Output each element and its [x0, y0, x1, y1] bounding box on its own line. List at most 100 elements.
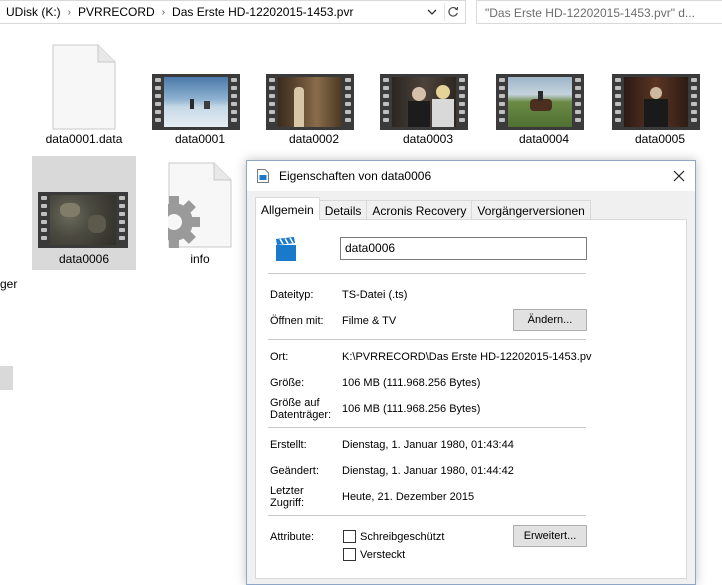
refresh-icon[interactable]: [444, 3, 462, 21]
file-tile-selected[interactable]: data0006: [32, 156, 136, 270]
nav-pane-selection[interactable]: [0, 366, 13, 390]
film-perforation: [155, 78, 161, 82]
file-tile[interactable]: data0004: [492, 40, 596, 152]
film-perforation: [691, 118, 697, 122]
aendern-button[interactable]: Ändern...: [513, 309, 587, 331]
chevron-down-icon[interactable]: [425, 5, 439, 19]
dateityp-label: Dateityp:: [270, 289, 314, 301]
schreibgeschuetzt-label[interactable]: Schreibgeschützt: [360, 531, 444, 543]
groesse-label: Größe:: [270, 377, 305, 389]
film-perforation: [575, 102, 581, 106]
ort-label: Ort:: [270, 351, 289, 363]
video-file-icon: [276, 237, 296, 261]
breadcrumb-drive[interactable]: UDisk (K:): [6, 5, 61, 19]
film-perforation: [615, 78, 621, 82]
film-perforation: [383, 86, 389, 90]
film-perforation: [269, 118, 275, 122]
breadcrumb-separator-icon[interactable]: ›: [68, 7, 71, 18]
address-bar[interactable]: UDisk (K:) › PVRRECORD › Das Erste HD-12…: [0, 0, 466, 24]
file-name: info: [190, 252, 210, 266]
breadcrumb-current-folder[interactable]: Das Erste HD-12202015-1453.pvr: [172, 5, 353, 19]
film-perforation: [459, 86, 465, 90]
nav-pane-item-label[interactable]: ger: [0, 277, 17, 291]
file-icon: [257, 169, 269, 183]
film-perforation: [155, 102, 161, 106]
film-perforation: [269, 102, 275, 106]
file-name: data0003: [402, 132, 454, 146]
film-perforation: [615, 110, 621, 114]
film-perforation: [459, 118, 465, 122]
film-perforation: [231, 86, 237, 90]
film-perforation: [691, 110, 697, 114]
film-perforation: [459, 102, 465, 106]
file-name: data0001.data: [45, 132, 123, 146]
groesse-datentraeger-label-line1: Größe auf: [270, 397, 320, 409]
video-thumbnail: [496, 74, 584, 130]
film-perforation: [383, 110, 389, 114]
dialog-title: Eigenschaften von data0006: [279, 169, 432, 183]
erweitert-button[interactable]: Erweitert...: [513, 525, 587, 547]
film-perforation: [383, 94, 389, 98]
film-perforation: [155, 86, 161, 90]
search-input[interactable]: "Das Erste HD-12202015-1453.pvr" d...: [476, 0, 722, 24]
file-tile[interactable]: data0001: [148, 40, 252, 152]
groesse-datentraeger-label-line2: Datenträger:: [270, 409, 332, 421]
breadcrumb-separator-icon[interactable]: ›: [162, 7, 165, 18]
file-name: data0001: [174, 132, 226, 146]
file-name-field[interactable]: data0006: [340, 237, 587, 260]
film-perforation: [575, 110, 581, 114]
tab-acronis-recovery[interactable]: Acronis Recovery: [366, 200, 473, 220]
film-perforation: [383, 118, 389, 122]
schreibgeschuetzt-checkbox[interactable]: [343, 530, 356, 543]
film-perforation: [499, 94, 505, 98]
file-tile[interactable]: data0003: [376, 40, 480, 152]
file-tile[interactable]: data0005: [608, 40, 712, 152]
film-perforation: [41, 220, 47, 224]
film-perforation: [499, 118, 505, 122]
breadcrumb: UDisk (K:) › PVRRECORD › Das Erste HD-12…: [6, 5, 353, 19]
ort-value: K:\PVRRECORD\Das Erste HD-12202015-1453.…: [342, 351, 592, 363]
film-perforation: [231, 102, 237, 106]
film-perforation: [345, 78, 351, 82]
tab-allgemein[interactable]: Allgemein: [255, 197, 320, 220]
letzter-zugriff-label-line2: Zugriff:: [270, 497, 305, 509]
document-icon: [52, 44, 116, 130]
versteckt-checkbox[interactable]: [343, 548, 356, 561]
film-perforation: [155, 118, 161, 122]
film-perforation: [459, 78, 465, 82]
tab-details[interactable]: Details: [318, 200, 368, 220]
separator: [268, 339, 586, 340]
film-perforation: [383, 102, 389, 106]
film-perforation: [499, 86, 505, 90]
letzter-zugriff-label-line1: Letzter: [270, 485, 304, 497]
file-tile[interactable]: data0002: [262, 40, 366, 152]
tab-vorgaengerversionen[interactable]: Vorgängerversionen: [471, 200, 591, 220]
erstellt-label: Erstellt:: [270, 439, 307, 451]
video-thumbnail: [612, 74, 700, 130]
film-perforation: [615, 86, 621, 90]
film-perforation: [155, 110, 161, 114]
film-perforation: [269, 94, 275, 98]
film-perforation: [231, 78, 237, 82]
erstellt-value: Dienstag, 1. Januar 1980, 01:43:44: [342, 439, 514, 451]
settings-document-icon: [168, 162, 232, 248]
separator: [268, 515, 586, 516]
film-perforation: [231, 94, 237, 98]
film-perforation: [269, 78, 275, 82]
dialog-titlebar[interactable]: Eigenschaften von data0006: [247, 161, 695, 191]
file-tile[interactable]: data0001.data: [32, 40, 136, 152]
film-perforation: [615, 118, 621, 122]
geaendert-label: Geändert:: [270, 465, 319, 477]
film-perforation: [41, 236, 47, 240]
film-perforation: [691, 94, 697, 98]
film-perforation: [575, 78, 581, 82]
breadcrumb-folder[interactable]: PVRRECORD: [78, 5, 155, 19]
film-perforation: [499, 110, 505, 114]
versteckt-label[interactable]: Versteckt: [360, 549, 405, 561]
film-perforation: [155, 94, 161, 98]
letzter-zugriff-value: Heute, 21. Dezember 2015: [342, 491, 475, 503]
file-tile[interactable]: info: [148, 156, 252, 270]
film-perforation: [269, 110, 275, 114]
tab-panel-allgemein: data0006 Dateityp: TS-Datei (.ts) Öffnen…: [255, 219, 687, 579]
close-icon[interactable]: [667, 165, 691, 187]
